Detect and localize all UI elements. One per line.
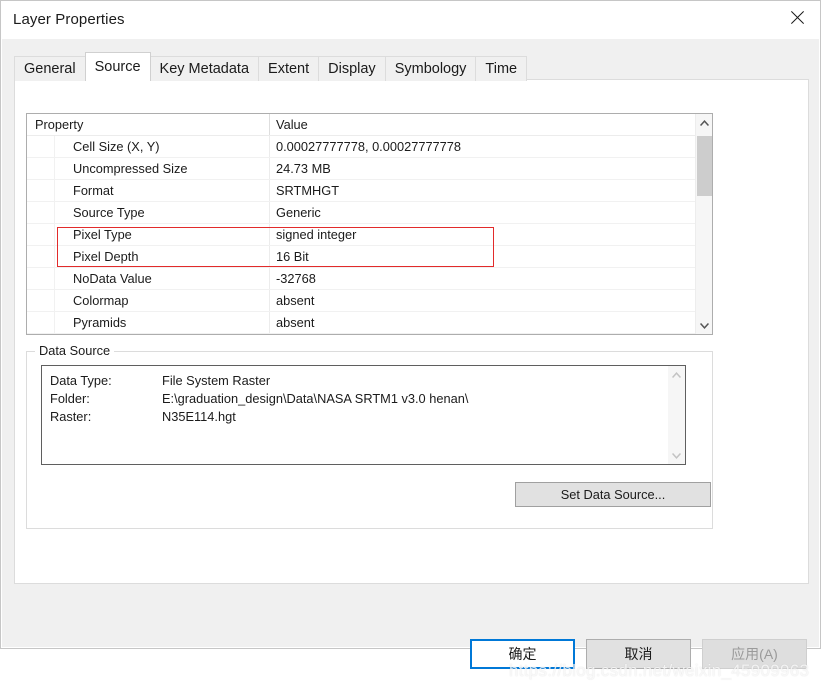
data-source-textbox[interactable]: Data Type: File System Raster Folder: E:\g… [41, 365, 686, 465]
table-row[interactable]: Colormap absent [27, 290, 695, 312]
property-grid: Property Value Cell Size (X, Y) 0.000277… [26, 113, 713, 335]
set-data-source-button[interactable]: Set Data Source... [515, 482, 711, 507]
property-value: 24.73 MB [276, 161, 331, 176]
property-name: Cell Size (X, Y) [73, 139, 160, 154]
tab-time[interactable]: Time [475, 56, 528, 81]
layer-properties-dialog: Layer Properties General Source Key Meta… [0, 0, 821, 680]
column-divider [269, 268, 270, 289]
column-header-property: Property [35, 117, 84, 132]
folder-label: Folder: [50, 391, 90, 406]
table-row-pixel-type[interactable]: Pixel Type signed integer [27, 224, 695, 246]
table-row[interactable]: Uncompressed Size 24.73 MB [27, 158, 695, 180]
table-row-pixel-depth[interactable]: Pixel Depth 16 Bit [27, 246, 695, 268]
property-name: Format [73, 183, 114, 198]
ok-button[interactable]: 确定 [470, 639, 575, 669]
grid-gutter [27, 268, 55, 289]
chevron-down-icon[interactable] [668, 447, 685, 464]
window-title: Layer Properties [13, 11, 125, 28]
property-name: Colormap [73, 293, 129, 308]
chevron-down-icon[interactable] [696, 317, 712, 334]
tab-symbology[interactable]: Symbology [384, 56, 477, 81]
property-value: 16 Bit [276, 249, 309, 264]
grid-gutter [27, 224, 55, 245]
chevron-up-icon[interactable] [668, 366, 685, 383]
close-icon[interactable] [774, 1, 820, 34]
data-source-legend: Data Source [35, 343, 115, 358]
scrollbar-thumb[interactable] [697, 136, 712, 196]
apply-button: 应用(A) [702, 639, 807, 669]
table-row[interactable]: Format SRTMHGT [27, 180, 695, 202]
tab-display[interactable]: Display [318, 56, 386, 81]
property-name: Uncompressed Size [73, 161, 188, 176]
cancel-button[interactable]: 取消 [586, 639, 691, 669]
data-source-lines: Data Type: File System Raster Folder: E:\g… [50, 372, 468, 426]
column-divider [269, 180, 270, 201]
raster-label: Raster: [50, 409, 92, 424]
data-type-value: File System Raster [162, 373, 271, 388]
chevron-up-icon[interactable] [696, 114, 712, 131]
column-divider [269, 136, 270, 157]
dialog-body: General Source Key Metadata Extent Displ… [2, 39, 819, 680]
tab-strip: General Source Key Metadata Extent Displ… [14, 52, 528, 81]
grid-gutter [27, 202, 55, 223]
table-row[interactable]: Source Type Generic [27, 202, 695, 224]
column-divider [269, 202, 270, 223]
property-name: Pixel Depth [73, 249, 139, 264]
raster-value: N35E114.hgt [162, 409, 236, 424]
folder-value: E:\graduation_design\Data\NASA SRTM1 v3.… [162, 391, 469, 406]
grid-gutter [27, 136, 55, 157]
tab-general[interactable]: General [14, 56, 86, 81]
grid-gutter [27, 158, 55, 179]
data-source-scrollbar[interactable] [668, 366, 685, 464]
property-value: absent [276, 293, 315, 308]
title-bar: Layer Properties [1, 1, 820, 39]
tab-source[interactable]: Source [84, 52, 151, 81]
property-value: absent [276, 315, 315, 330]
data-type-label: Data Type: [50, 373, 112, 388]
property-value: SRTMHGT [276, 183, 340, 198]
list-item: Data Type: File System Raster [50, 372, 468, 390]
property-value: Generic [276, 205, 321, 220]
tab-key-metadata[interactable]: Key Metadata [149, 56, 260, 81]
column-divider [269, 246, 270, 267]
grid-gutter [27, 312, 55, 333]
column-divider [269, 158, 270, 179]
column-divider [269, 114, 270, 135]
column-divider [269, 224, 270, 245]
grid-gutter [27, 246, 55, 267]
property-grid-header: Property Value [27, 114, 695, 136]
source-tab-panel: Property Value Cell Size (X, Y) 0.000277… [14, 79, 809, 584]
property-name: NoData Value [73, 271, 152, 286]
property-name: Pixel Type [73, 227, 132, 242]
grid-gutter [27, 290, 55, 311]
column-divider [269, 312, 270, 333]
property-value: -32768 [276, 271, 316, 286]
property-name: Source Type [73, 205, 145, 220]
property-grid-rows: Property Value Cell Size (X, Y) 0.000277… [27, 114, 695, 334]
property-grid-scrollbar[interactable] [695, 114, 712, 334]
table-row[interactable]: Cell Size (X, Y) 0.00027777778, 0.000277… [27, 136, 695, 158]
property-value: 0.00027777778, 0.00027777778 [276, 139, 462, 154]
table-row[interactable]: Pyramids absent [27, 312, 695, 334]
property-value: signed integer [276, 227, 357, 242]
tab-extent[interactable]: Extent [258, 56, 320, 81]
property-name: Pyramids [73, 315, 127, 330]
column-divider [269, 290, 270, 311]
list-item: Raster: N35E114.hgt [50, 408, 468, 426]
grid-gutter [27, 180, 55, 201]
list-item: Folder: E:\graduation_design\Data\NASA SR… [50, 390, 468, 408]
column-header-value: Value [276, 117, 308, 132]
data-source-group: Data Source Data Type: File System Raster… [26, 343, 713, 529]
table-row[interactable]: NoData Value -32768 [27, 268, 695, 290]
